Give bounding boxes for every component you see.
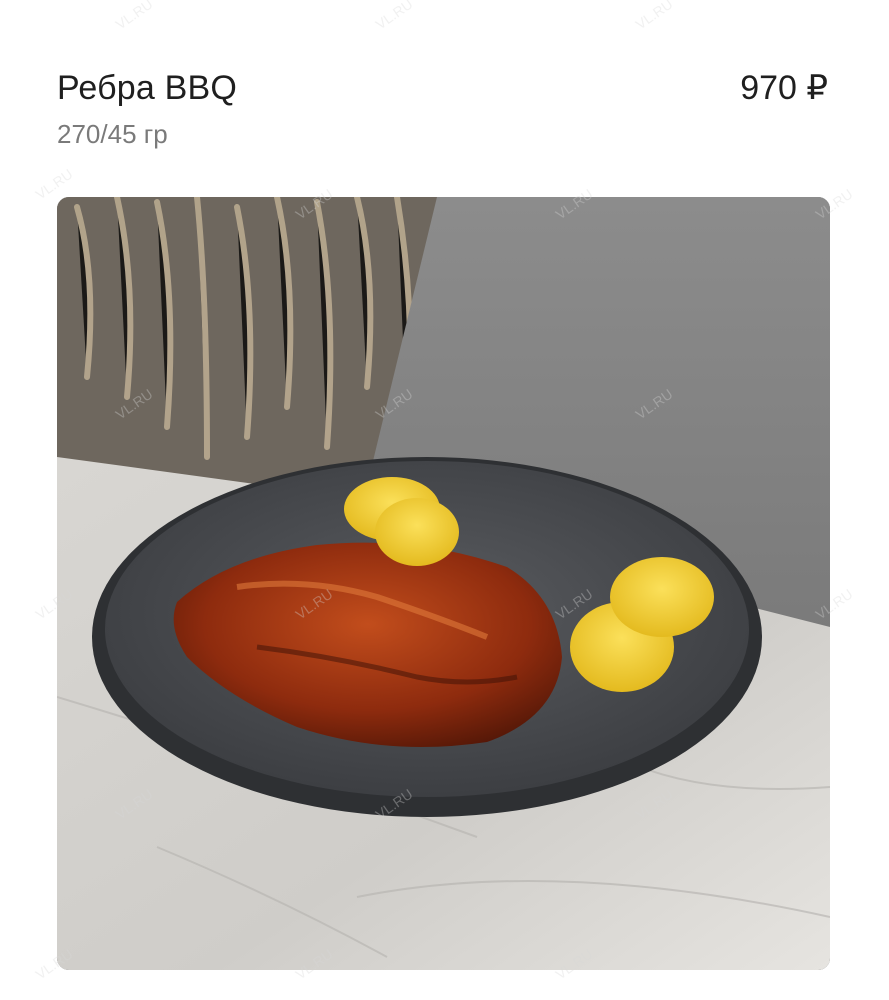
product-price: 970 ₽ [740,69,828,107]
product-title: Ребра BBQ [57,69,238,107]
product-weight: 270/45 гр [57,119,168,149]
svg-text:VL.RU: VL.RU [633,0,676,32]
product-header: Ребра BBQ 270/45 гр 970 ₽ [57,66,830,156]
product-photo-illustration [57,197,830,970]
product-card: Ребра BBQ 270/45 гр 970 ₽ VL.RU VL.RU VL… [0,0,889,1000]
svg-text:VL.RU: VL.RU [373,0,416,32]
svg-text:VL.RU: VL.RU [113,0,156,32]
product-photo[interactable] [57,197,830,970]
